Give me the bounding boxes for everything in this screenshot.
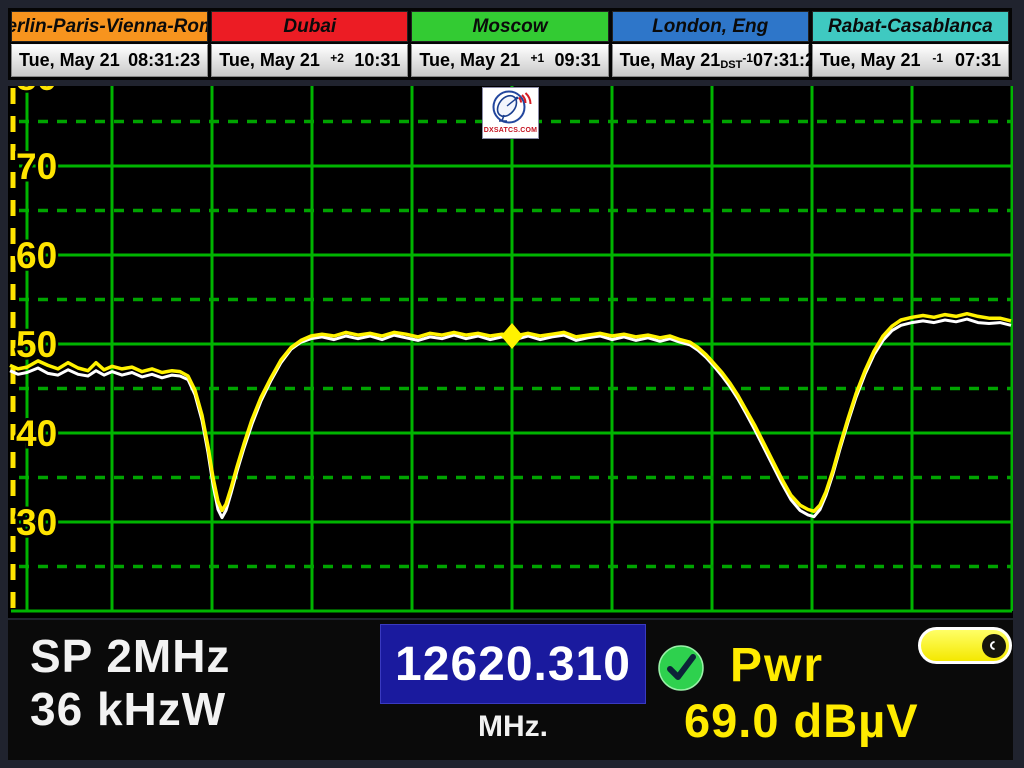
y-axis-tick-label: 60 [16,235,57,276]
city-name: Rabat-Casablanca [812,11,1009,42]
spectrum-analyzer-screen: Berlin-Paris-Vienna-Roma Tue, May 21 08:31… [0,0,1024,768]
city-date: Tue, May 21 [19,50,120,71]
readout-panel: SP 2MHz 36 kHzW 12620.310 MHz. Pwr 69.0 … [8,620,1013,760]
y-axis-tick-label: 70 [16,146,57,187]
clock-column: Berlin-Paris-Vienna-Roma Tue, May 21 08:31… [11,11,208,77]
logo-caption: DXSATCS.COM [484,127,537,135]
toggle-pill[interactable] [918,627,1012,664]
city-name: Moscow [411,11,608,42]
lock-indicator [656,643,706,693]
utc-offset: -1 [932,51,943,71]
y-axis-tick-label: 40 [16,413,57,454]
city-time-row: Tue, May 21 +1 09:31 [411,44,608,77]
power-value: 69.0 dBµV [684,693,919,748]
city-clock: 08:31:23 [128,50,200,71]
toggle-knob-icon [982,634,1006,658]
city-clock: 09:31 [555,50,601,71]
city-time-row: Tue, May 21DST-107:31:23 [612,44,809,77]
span-label: SP 2MHz [30,630,230,683]
dxsatcs-logo: DXSATCS.COM [482,87,539,139]
city-clock: 10:31 [354,50,400,71]
city-date: Tue, May 21 [219,50,320,71]
spectrum-plot: 80 70 60 50 40 30 [8,86,1013,618]
power-label: Pwr [730,638,824,693]
clock-column: London, EngTue, May 21DST-107:31:23 [612,11,809,77]
y-axis-tick-label: 30 [16,502,57,543]
y-axis-tick-label: 80 [16,86,57,98]
clock-bar: Berlin-Paris-Vienna-Roma Tue, May 21 08:31… [8,8,1012,80]
city-date: Tue, May 21 [419,50,520,71]
y-axis-tick-label: 50 [16,324,57,365]
utc-offset: DST-1 [720,51,753,71]
city-date: Tue, May 21 [820,50,921,71]
spectrum-svg: 80 70 60 50 40 30 [8,86,1013,618]
span-bandwidth-readout: SP 2MHz 36 kHzW [30,630,230,736]
frequency-unit-label: MHz. [380,710,646,744]
city-name: Berlin-Paris-Vienna-Roma [11,11,208,42]
clock-column: Dubai Tue, May 21 +2 10:31 [211,11,408,77]
check-icon [656,643,706,693]
utc-offset: +1 [530,51,544,71]
city-clock: 07:31 [955,50,1001,71]
utc-offset: +2 [330,51,344,71]
city-time-row: Tue, May 21 08:31:23 [11,44,208,77]
clock-column: Rabat-Casablanca Tue, May 21 -1 07:31 [812,11,1009,77]
frequency-display[interactable]: 12620.310 [380,624,646,704]
satellite-dish-icon [489,89,533,127]
city-date: Tue, May 21 [620,50,721,71]
city-time-row: Tue, May 21 -1 07:31 [812,44,1009,77]
clock-column: Moscow Tue, May 21 +1 09:31 [411,11,608,77]
city-name: Dubai [211,11,408,42]
city-time-row: Tue, May 21 +2 10:31 [211,44,408,77]
city-name: London, Eng [612,11,809,42]
bandwidth-label: 36 kHzW [30,683,230,736]
